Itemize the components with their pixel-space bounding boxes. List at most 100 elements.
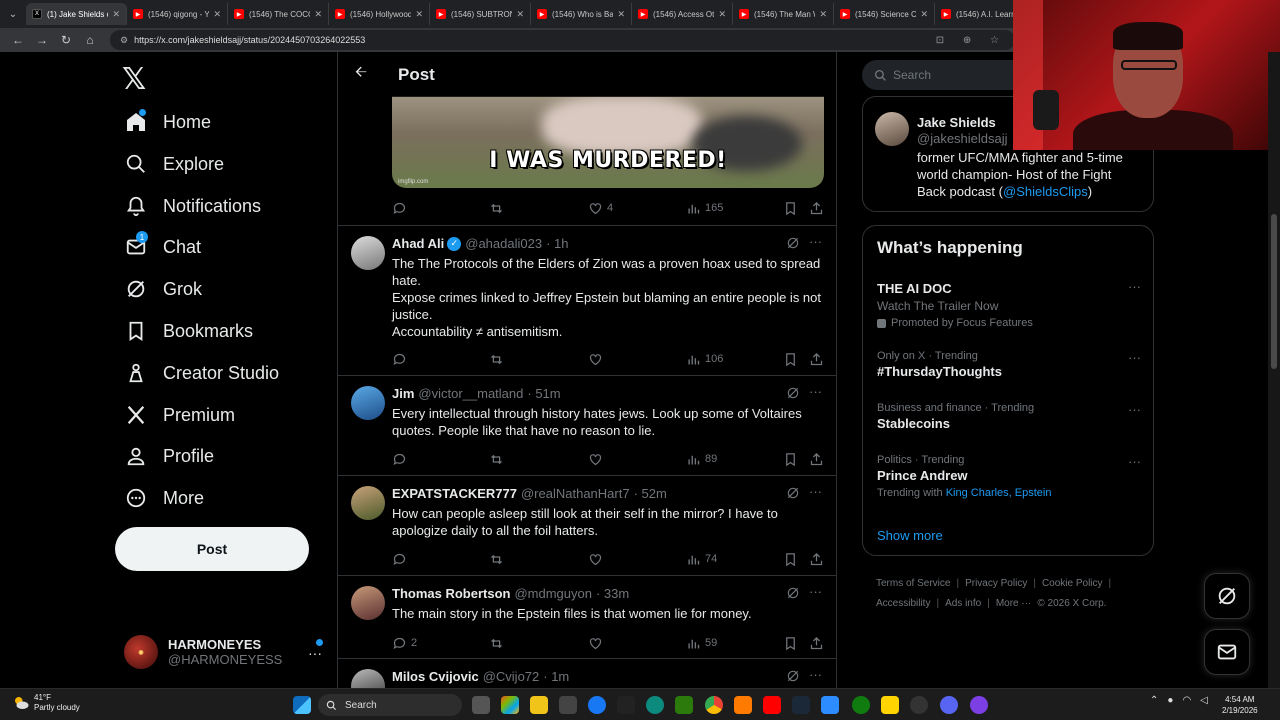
site-info-icon[interactable]: ⚙	[120, 35, 128, 46]
footer-link[interactable]: Cookie Policy	[1042, 578, 1103, 589]
avatar[interactable]	[875, 112, 909, 146]
repost-button[interactable]	[489, 201, 504, 216]
chrome-icon[interactable]	[705, 696, 723, 714]
close-icon[interactable]: ✕	[213, 9, 221, 20]
more-horizontal-icon[interactable]: ···	[809, 384, 822, 399]
obs-icon[interactable]	[910, 696, 928, 714]
repost-button[interactable]	[489, 552, 504, 567]
bookmark-button[interactable]	[783, 452, 798, 467]
bookmark-button[interactable]	[783, 201, 798, 216]
nav-item-bookmarks[interactable]: Bookmarks	[124, 311, 253, 351]
more-horizontal-icon[interactable]: ···	[809, 584, 822, 599]
more-horizontal-icon[interactable]: ···	[1128, 279, 1141, 294]
nav-item-notifications[interactable]: Notifications	[124, 186, 261, 226]
avatar[interactable]	[351, 386, 385, 420]
youtube-icon[interactable]	[763, 696, 781, 714]
copilot-icon[interactable]	[501, 696, 519, 714]
close-icon[interactable]: ✕	[112, 9, 120, 20]
task-view-icon[interactable]	[472, 696, 490, 714]
app-icon[interactable]	[821, 696, 839, 714]
nav-item-creator-studio[interactable]: Creator Studio	[124, 353, 279, 393]
grok-icon[interactable]	[786, 236, 800, 250]
close-icon[interactable]: ✕	[314, 9, 322, 20]
post-media-image[interactable]: I WAS MURDERED! imgflip.com	[392, 96, 824, 188]
views-button[interactable]: 74	[686, 552, 717, 567]
reply-author-name[interactable]: EXPATSTACKER777	[392, 486, 517, 501]
nav-item-more[interactable]: More	[124, 478, 204, 518]
home-browser-icon[interactable]: ⌂	[78, 28, 102, 52]
footer-link[interactable]: More ···	[996, 598, 1032, 609]
avatar[interactable]	[351, 486, 385, 520]
forward-arrow-icon[interactable]: →	[30, 28, 54, 52]
more-horizontal-icon[interactable]: ···	[809, 234, 822, 249]
repost-button[interactable]	[489, 636, 504, 651]
address-bar-action-icons[interactable]: ⊡ ⊕ ☆	[936, 35, 1007, 46]
bio-link[interactable]: @ShieldsClips	[1003, 184, 1088, 199]
reply-time[interactable]: · 33m	[596, 586, 629, 601]
back-arrow-icon[interactable]	[338, 64, 382, 85]
back-arrow-icon[interactable]: ←	[6, 28, 30, 52]
grok-icon[interactable]	[786, 486, 800, 500]
facebook-icon[interactable]	[588, 696, 606, 714]
footer-link[interactable]: Accessibility	[876, 598, 930, 609]
like-button[interactable]	[588, 552, 607, 567]
share-button[interactable]	[809, 552, 824, 567]
reply-post[interactable]: EXPATSTACKER777 @realNathanHart7 · 52m ·…	[338, 476, 836, 576]
close-icon[interactable]: ✕	[516, 9, 524, 20]
share-button[interactable]	[809, 201, 824, 216]
reply-author-handle[interactable]: @victor__matland	[418, 386, 523, 401]
reply-button[interactable]	[392, 352, 411, 367]
share-button[interactable]	[809, 636, 824, 651]
page-scrollbar[interactable]	[1268, 52, 1280, 688]
bookmark-button[interactable]	[783, 636, 798, 651]
reply-author-name[interactable]: Milos Cvijovic	[392, 669, 479, 684]
avatar[interactable]	[351, 236, 385, 270]
reply-time[interactable]: · 52m	[634, 486, 667, 501]
browser-tab[interactable]: X (1) Jake Shields on ✕	[26, 3, 127, 25]
x-logo-icon[interactable]: 𝕏	[122, 62, 146, 97]
sticky-notes-icon[interactable]	[881, 696, 899, 714]
profile-name[interactable]: Jake Shields	[917, 115, 996, 130]
repost-button[interactable]	[489, 452, 504, 467]
reply-post[interactable]: Milos Cvijovic @Cvijo72 · 1m ···	[338, 659, 836, 688]
steam-icon[interactable]	[792, 696, 810, 714]
footer-link[interactable]: Terms of Service	[876, 578, 950, 589]
more-horizontal-icon[interactable]: ···	[1128, 454, 1141, 469]
reply-time[interactable]: · 51m	[527, 386, 560, 401]
messages-floating-button[interactable]	[1204, 629, 1250, 675]
app-circle-icon[interactable]	[970, 696, 988, 714]
grok-icon[interactable]	[786, 669, 800, 683]
reply-author-name[interactable]: Jim	[392, 386, 414, 401]
bookmark-button[interactable]	[783, 552, 798, 567]
close-icon[interactable]: ✕	[819, 9, 827, 20]
grok-floating-button[interactable]	[1204, 573, 1250, 619]
vlc-icon[interactable]	[734, 696, 752, 714]
reply-button[interactable]	[392, 452, 411, 467]
more-horizontal-icon[interactable]: ···	[1128, 402, 1141, 417]
nav-item-chat[interactable]: 1 Chat	[124, 227, 201, 267]
views-button[interactable]: 106	[686, 352, 723, 367]
browser-tab[interactable]: ▶ (1546) qigong - Yo ✕	[127, 3, 228, 25]
reload-icon[interactable]: ↻	[54, 28, 78, 52]
nav-item-grok[interactable]: Grok	[124, 269, 202, 309]
reply-time[interactable]: · 1h	[546, 236, 568, 251]
close-icon[interactable]: ✕	[920, 9, 928, 20]
nav-item-home[interactable]: Home	[124, 102, 211, 142]
repost-button[interactable]	[489, 352, 504, 367]
system-tray[interactable]: ⌃ ● ◠ ◁	[1150, 695, 1208, 706]
browser-tab[interactable]: ▶ (1546) Science Co ✕	[834, 3, 935, 25]
reply-post[interactable]: Thomas Robertson @mdmguyon · 33m ··· The…	[338, 576, 836, 659]
amazon-icon[interactable]	[617, 696, 635, 714]
reply-author-handle[interactable]: @Cvijo72	[483, 669, 540, 684]
xbox-icon[interactable]	[852, 696, 870, 714]
reply-author-handle[interactable]: @realNathanHart7	[521, 486, 630, 501]
excel-icon[interactable]	[675, 696, 693, 714]
trending-with-links[interactable]: King Charles, Epstein	[946, 487, 1052, 499]
nav-item-profile[interactable]: Profile	[124, 436, 214, 476]
avatar[interactable]	[351, 586, 385, 620]
nav-item-premium[interactable]: Premium	[124, 395, 235, 435]
like-button[interactable]	[588, 452, 607, 467]
show-more-link[interactable]: Show more	[877, 528, 943, 543]
clock[interactable]: 4:54 AM 2/19/2026	[1222, 694, 1258, 716]
reply-author-handle[interactable]: @mdmguyon	[514, 586, 592, 601]
